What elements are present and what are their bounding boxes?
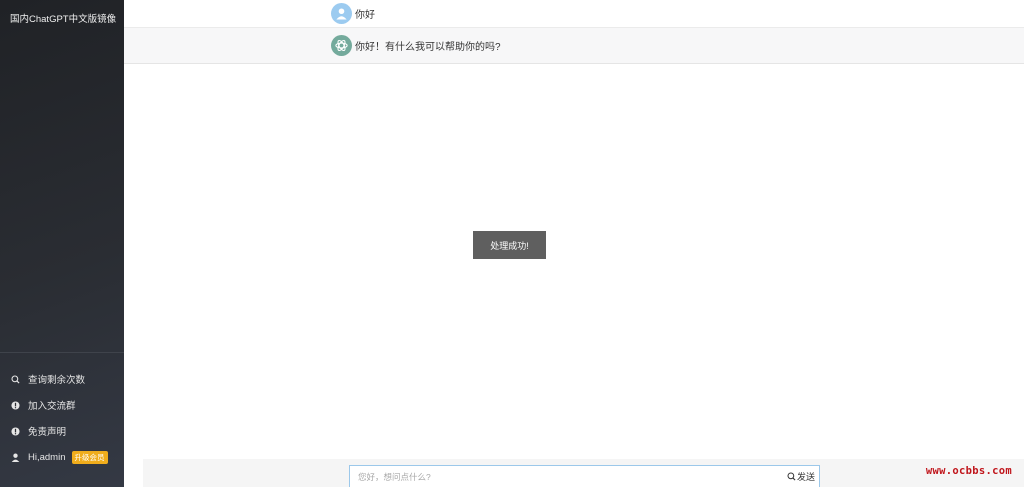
search-icon <box>787 472 796 481</box>
watermark: www.ocbbs.com <box>925 465 1012 477</box>
sidebar-item-join-group[interactable]: 加入交流群 <box>0 392 124 418</box>
send-button[interactable]: 发送 <box>787 470 815 483</box>
openai-logo-icon <box>331 35 352 56</box>
message-text: 你好！有什么我可以帮助你的吗? <box>355 42 501 53</box>
search-icon <box>10 374 20 384</box>
chat-input-box: 发送 <box>349 465 820 487</box>
user-icon <box>10 452 20 462</box>
info-icon <box>10 400 20 410</box>
user-greeting: Hi,admin <box>28 451 66 463</box>
sidebar-item-label: 查询剩余次数 <box>28 375 86 386</box>
sidebar-item-disclaimer[interactable]: 免责声明 <box>0 418 124 444</box>
chat-message-user: 你好 <box>124 0 1024 28</box>
chat-input[interactable] <box>358 469 778 485</box>
sidebar-item-query-remaining[interactable]: 查询剩余次数 <box>0 366 124 392</box>
chat-message-assistant: 你好！有什么我可以帮助你的吗? <box>124 28 1024 64</box>
info-icon <box>10 426 20 436</box>
sidebar-menu: 查询剩余次数 加入交流群 免责声明 Hi,admin 升级会员 <box>0 366 124 470</box>
user-avatar-icon <box>331 3 352 24</box>
upgrade-member-button[interactable]: 升级会员 <box>71 450 108 464</box>
success-toast: 处理成功! <box>473 231 546 259</box>
sidebar-item-user[interactable]: Hi,admin 升级会员 <box>0 444 124 470</box>
message-text: 你好 <box>355 10 375 21</box>
sidebar-item-label: 免责声明 <box>28 427 67 438</box>
sidebar-divider <box>0 352 124 353</box>
sidebar-item-label: 加入交流群 <box>28 401 76 412</box>
sidebar: 国内ChatGPT中文版镜像 查询剩余次数 加入交流群 免责声明 Hi,admi… <box>0 0 124 487</box>
send-button-label: 发送 <box>796 472 815 482</box>
app-title: 国内ChatGPT中文版镜像 <box>10 14 117 25</box>
